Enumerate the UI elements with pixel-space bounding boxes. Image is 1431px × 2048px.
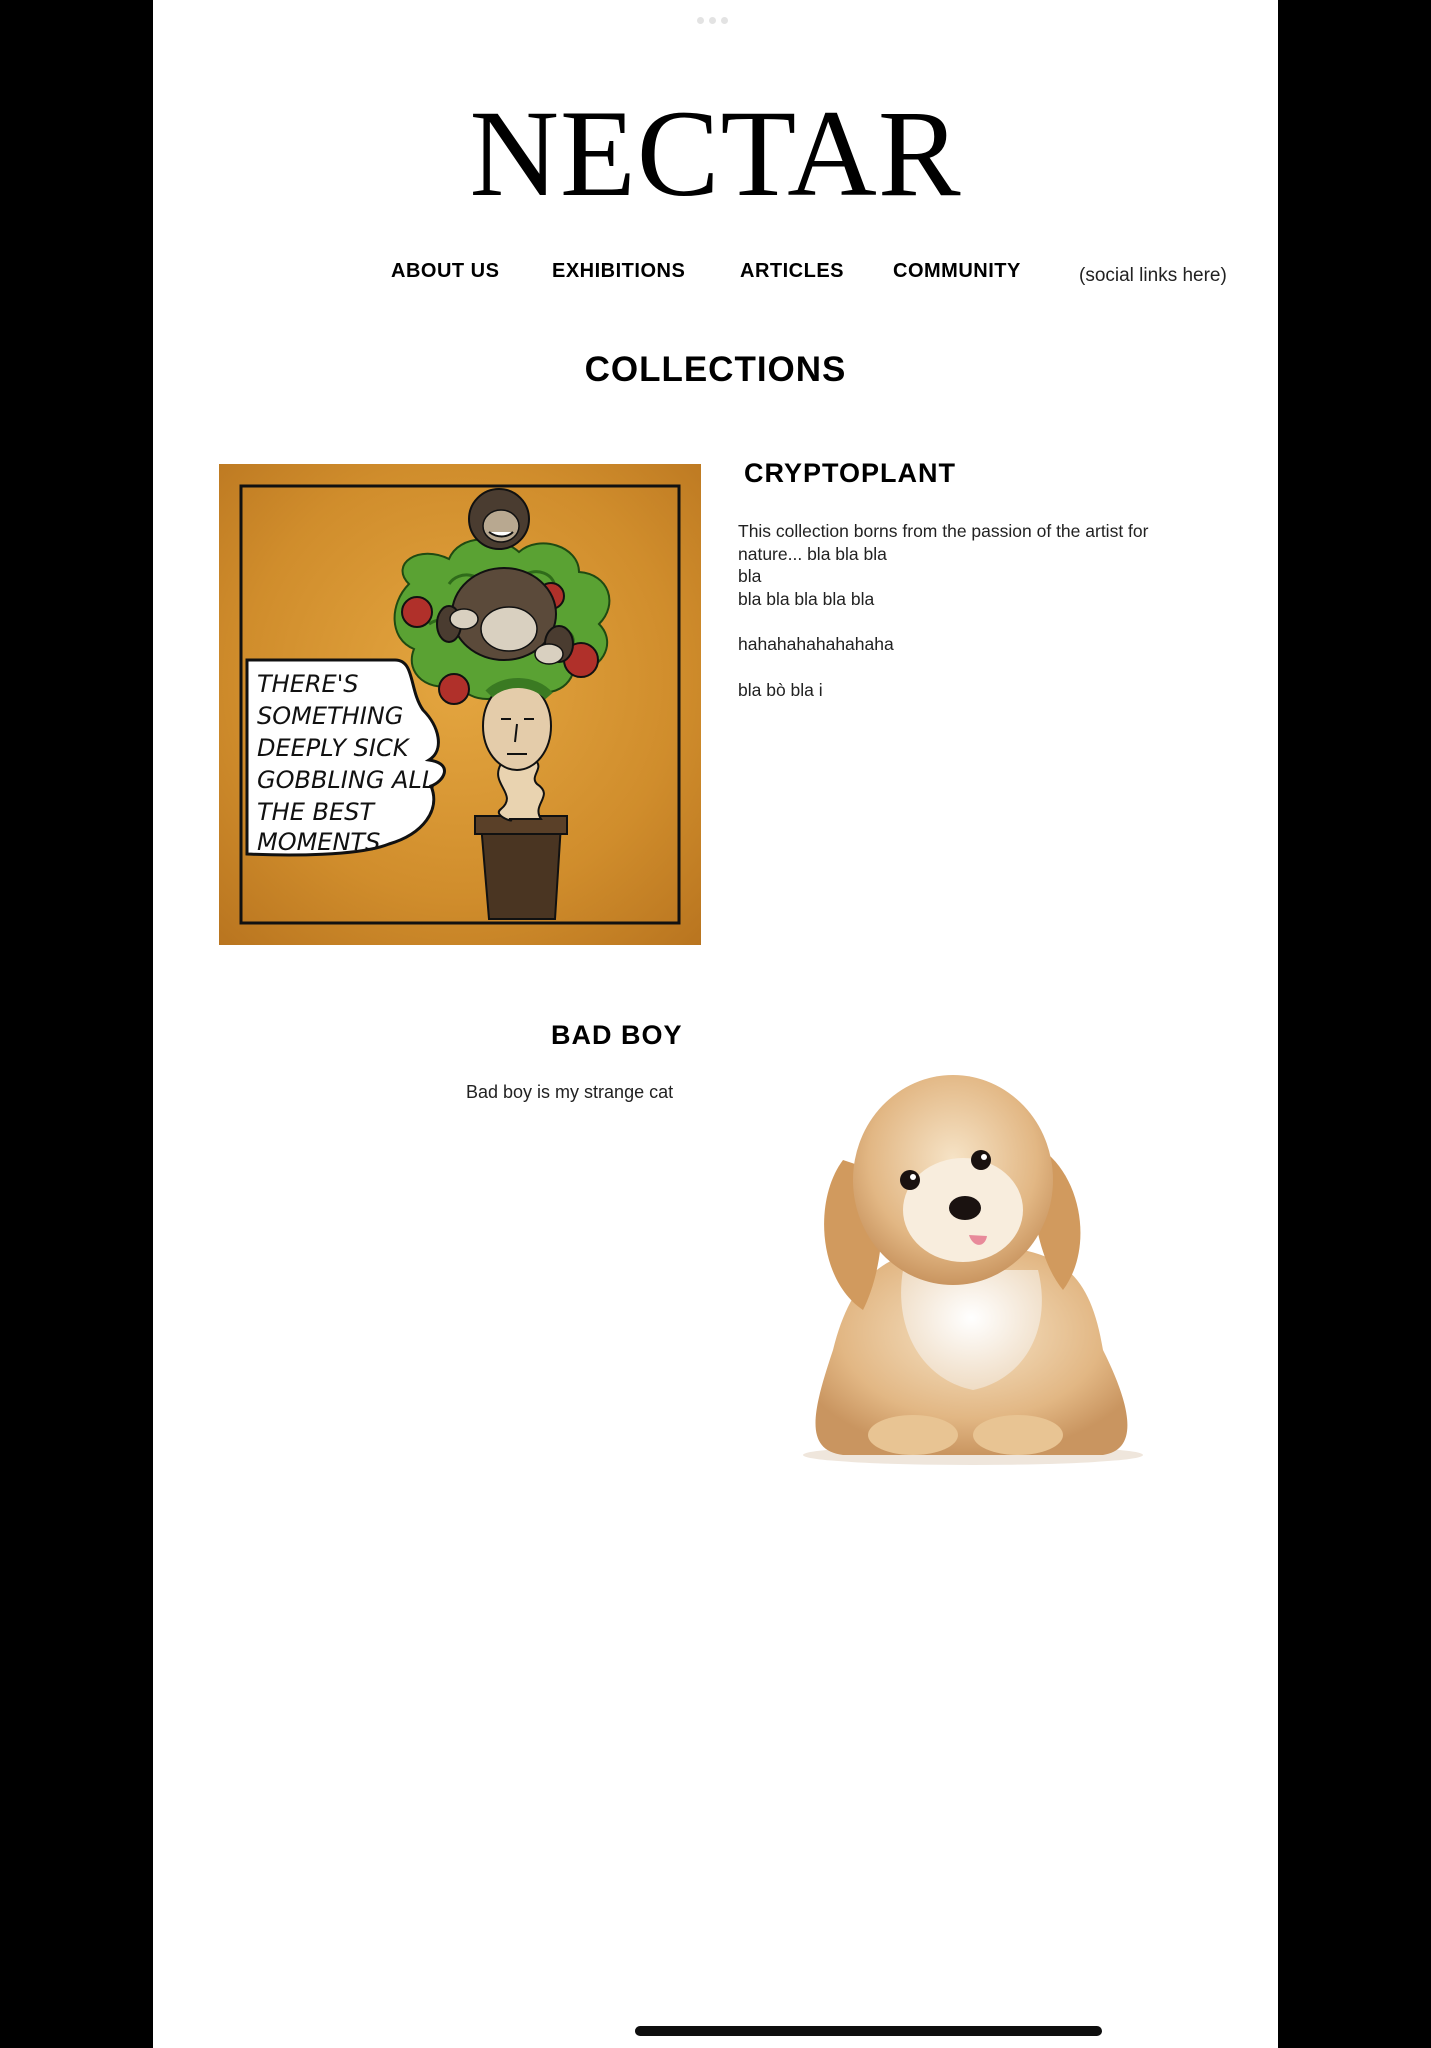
site-logo[interactable]: NECTAR <box>153 84 1278 224</box>
collection-title-bad-boy[interactable]: BAD BOY <box>551 1020 683 1051</box>
desc-line: This collection borns from the passion o… <box>738 521 1149 564</box>
page: NECTAR ABOUT US EXHIBITIONS ARTICLES COM… <box>153 0 1278 2048</box>
caption-line-6: MOMENTS <box>257 828 380 856</box>
collection-description-cryptoplant: This collection borns from the passion o… <box>738 520 1198 701</box>
desc-line: hahahahahahahaha <box>738 634 894 654</box>
page-title: COLLECTIONS <box>584 350 847 389</box>
window-handle-dots[interactable] <box>697 17 728 24</box>
caption-line-1: THERE'S <box>257 670 359 698</box>
nav-articles[interactable]: ARTICLES <box>740 258 844 284</box>
collection-description-bad-boy: Bad boy is my strange cat <box>466 1082 674 1102</box>
nav-about-us[interactable]: ABOUT US <box>391 258 499 284</box>
dog-photo[interactable] <box>773 1050 1163 1470</box>
caption-line-4: GOBBLING ALL <box>257 766 435 794</box>
desc-line: bla bla bla bla bla <box>738 588 875 609</box>
caption-line-3: DEEPLY SICK <box>257 734 411 762</box>
social-links-placeholder: (social links here) <box>1079 265 1227 286</box>
caption-line-2: SOMETHING <box>257 702 403 730</box>
collection-title-cryptoplant[interactable]: CRYPTOPLANT <box>744 458 956 489</box>
main-nav: ABOUT US EXHIBITIONS ARTICLES COMMUNITY … <box>153 258 1278 288</box>
home-indicator[interactable] <box>635 2026 1102 2036</box>
desc-line: bla bò bla i <box>738 679 823 700</box>
cryptoplant-artwork[interactable]: THERE'S SOMETHING DEEPLY SICK GOBBLING A… <box>219 464 701 945</box>
nav-exhibitions[interactable]: EXHIBITIONS <box>552 258 685 284</box>
caption-line-5: THE BEST <box>257 798 376 826</box>
desc-line: bla <box>738 566 762 586</box>
nav-community[interactable]: COMMUNITY <box>893 258 1021 284</box>
